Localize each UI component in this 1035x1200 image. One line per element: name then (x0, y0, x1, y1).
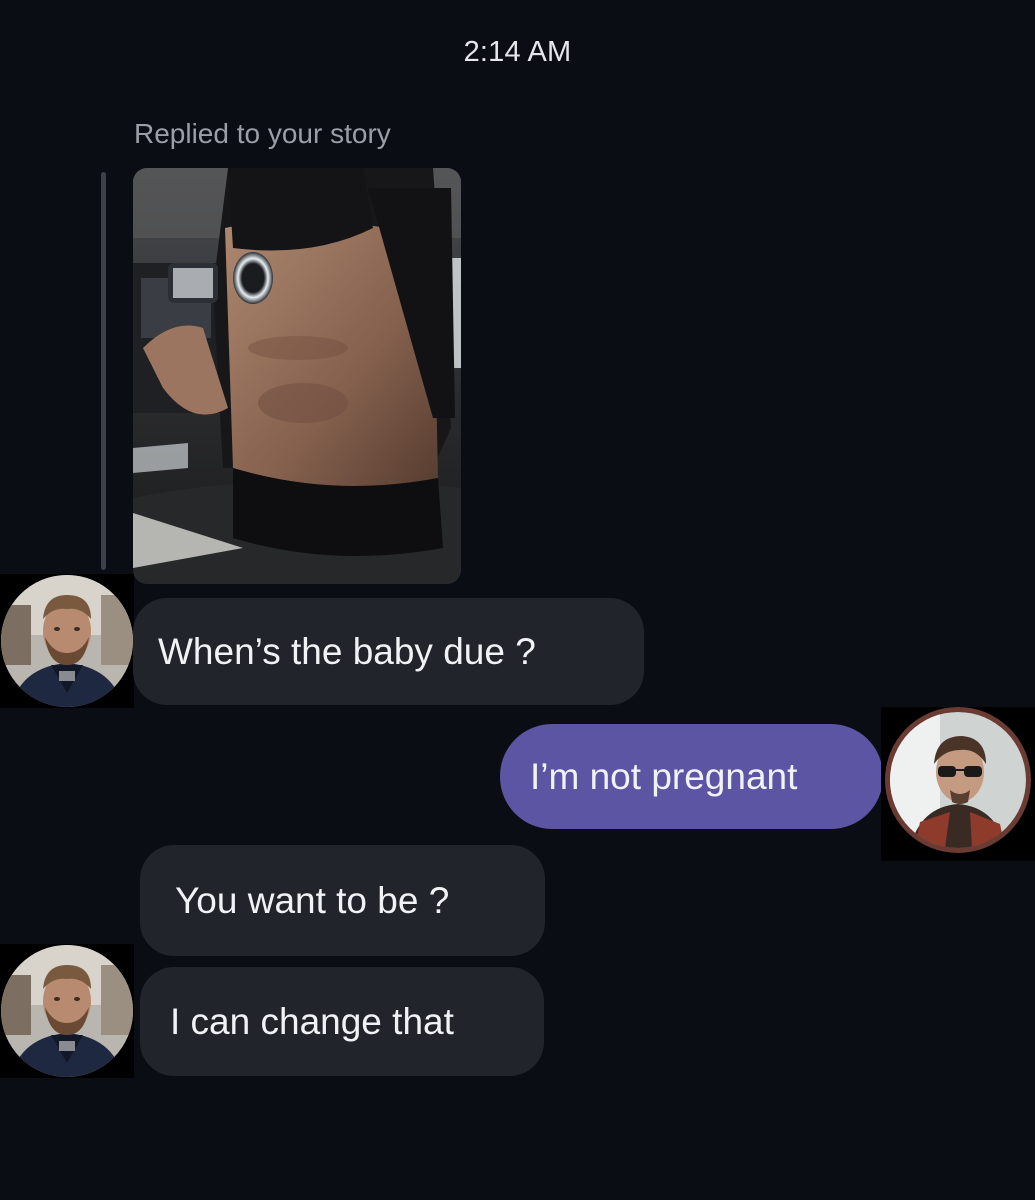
message-text: When’s the baby due ? (158, 631, 536, 672)
story-thumbnail[interactable] (133, 168, 461, 584)
message-text: I’m not pregnant (530, 756, 798, 797)
outgoing-message[interactable]: I’m not pregnant (500, 724, 883, 829)
avatar-image (885, 707, 1031, 853)
avatar-image (1, 575, 133, 707)
contact-avatar[interactable] (0, 574, 134, 708)
story-thumbnail-image (133, 168, 461, 584)
message-text: You want to be ? (175, 880, 450, 921)
incoming-message[interactable]: You want to be ? (140, 845, 545, 956)
incoming-message[interactable]: When’s the baby due ? (133, 598, 644, 705)
story-reply-label: Replied to your story (134, 118, 391, 149)
chat-screen: 2:14 AM Replied to your story When’s the… (0, 0, 1035, 1200)
message-text: I can change that (170, 1001, 454, 1042)
avatar-image (1, 945, 133, 1077)
incoming-message[interactable]: I can change that (140, 967, 544, 1076)
reply-quote-bar (101, 172, 106, 570)
user-avatar[interactable] (881, 707, 1035, 861)
contact-avatar[interactable] (0, 944, 134, 1078)
message-timestamp: 2:14 AM (463, 36, 572, 68)
